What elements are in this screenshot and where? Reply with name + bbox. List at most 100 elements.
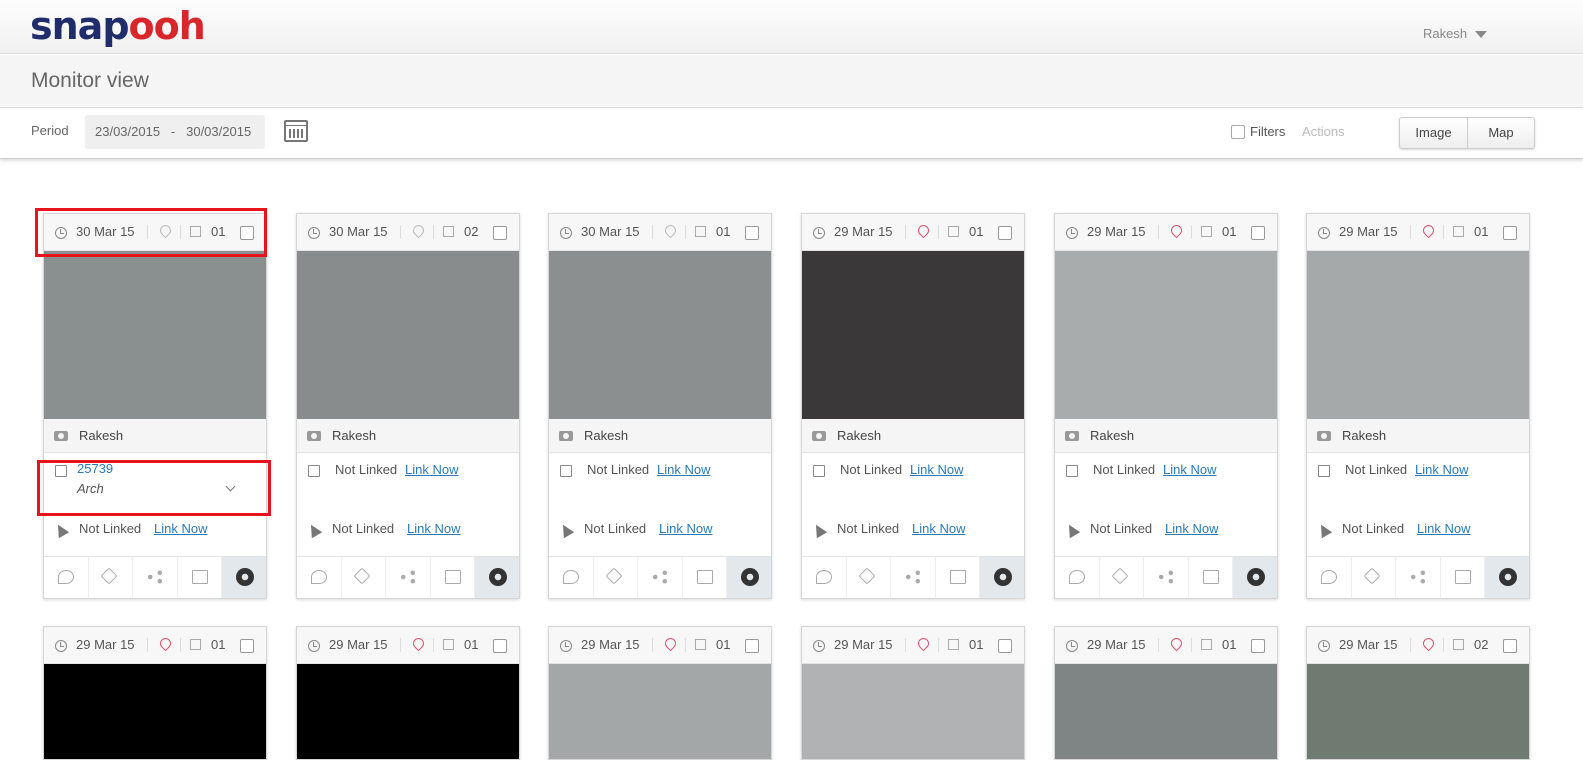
link-now-link[interactable]: Link Now [154,521,207,536]
image-count-icon [948,226,959,237]
link-now-link[interactable]: Link Now [1417,521,1470,536]
settings-action[interactable] [222,557,266,598]
campaign-status: Not Linked [1090,521,1153,536]
photo-thumbnail[interactable] [802,251,1024,419]
card-select-checkbox[interactable] [493,639,507,653]
share-action[interactable] [1144,557,1189,598]
map-view-button[interactable]: Map [1467,118,1534,148]
pin-action[interactable] [549,557,594,598]
pin-action[interactable] [297,557,342,598]
details-action[interactable] [178,557,223,598]
share-action[interactable] [1396,557,1441,598]
card-links: Not Linked Link Now Not Linked Link Now [802,453,1024,556]
photo-thumbnail[interactable] [1307,251,1529,419]
location-pin-icon[interactable] [410,222,427,239]
link-now-link[interactable]: Link Now [659,521,712,536]
card-select-checkbox[interactable] [1503,226,1517,240]
tag-action[interactable] [89,557,134,598]
link-now-link[interactable]: Link Now [1165,521,1218,536]
campaign-icon [1063,521,1081,539]
photo-thumbnail[interactable] [1307,664,1529,759]
card-header: 29 Mar 15 01 [44,627,266,664]
photo-thumbnail[interactable] [1055,251,1277,419]
photo-thumbnail[interactable] [549,251,771,419]
settings-action[interactable] [980,557,1024,598]
camera-icon [307,431,321,441]
link-now-link[interactable]: Link Now [407,521,460,536]
tag-action[interactable] [1100,557,1145,598]
pin-action[interactable] [1055,557,1100,598]
card-select-checkbox[interactable] [1251,639,1265,653]
location-pin-icon[interactable] [157,635,174,652]
share-action[interactable] [891,557,936,598]
pin-action[interactable] [44,557,89,598]
actions-link[interactable]: Actions [1302,124,1345,139]
location-pin-icon[interactable] [1168,635,1185,652]
card-select-checkbox[interactable] [1251,226,1265,240]
image-view-button[interactable]: Image [1400,118,1467,148]
snapooh-logo[interactable]: snapooh [30,2,206,50]
link-now-link[interactable]: Link Now [1163,462,1216,477]
card-select-checkbox[interactable] [998,639,1012,653]
details-action[interactable] [936,557,981,598]
details-action[interactable] [1441,557,1486,598]
share-icon [1410,570,1427,584]
tag-action[interactable] [847,557,892,598]
tag-action[interactable] [1352,557,1397,598]
photo-thumbnail[interactable] [802,664,1024,759]
photo-thumbnail[interactable] [44,664,266,759]
campaign-status: Not Linked [584,521,647,536]
user-menu[interactable]: Rakesh [1423,26,1488,41]
pin-action[interactable] [1307,557,1352,598]
share-action[interactable] [386,557,431,598]
location-pin-icon[interactable] [915,635,932,652]
card-select-checkbox[interactable] [1503,639,1517,653]
location-pin-icon[interactable] [1420,635,1437,652]
link-now-link[interactable]: Link Now [910,462,963,477]
location-pin-icon[interactable] [410,635,427,652]
share-action[interactable] [133,557,178,598]
card-select-checkbox[interactable] [240,639,254,653]
pin-icon [563,570,579,584]
photo-thumbnail[interactable] [297,251,519,419]
link-now-link[interactable]: Link Now [405,462,458,477]
date-range-input[interactable]: 23/03/2015 - 30/03/2015 [85,115,265,149]
photo-thumbnail[interactable] [549,664,771,759]
settings-action[interactable] [1233,557,1277,598]
tag-action[interactable] [594,557,639,598]
location-pin-icon[interactable] [1420,222,1437,239]
settings-action[interactable] [727,557,771,598]
link-now-link[interactable]: Link Now [1415,462,1468,477]
share-action[interactable] [638,557,683,598]
settings-action[interactable] [1485,557,1529,598]
tag-action[interactable] [342,557,387,598]
photo-card: 29 Mar 15 01 Rakesh Not Linked Link Now Not L… [1306,213,1530,599]
link-now-link[interactable]: Link Now [912,521,965,536]
photo-thumbnail[interactable] [44,251,266,419]
settings-action[interactable] [475,557,519,598]
details-action[interactable] [1189,557,1234,598]
calendar-icon[interactable] [284,120,308,142]
card-select-checkbox[interactable] [745,226,759,240]
photo-thumbnail[interactable] [1055,664,1277,759]
image-count: 02 [464,224,479,239]
pin-action[interactable] [802,557,847,598]
location-pin-icon[interactable] [662,635,679,652]
photo-card: 30 Mar 15 01 Rakesh 25739 Arch Not Linked Link… [43,213,267,599]
details-action[interactable] [683,557,728,598]
location-pin-icon[interactable] [662,222,679,239]
image-count-icon [443,226,454,237]
filters-label[interactable]: Filters [1250,124,1285,139]
location-pin-icon[interactable] [915,222,932,239]
location-pin-icon[interactable] [1168,222,1185,239]
link-now-link[interactable]: Link Now [657,462,710,477]
details-action[interactable] [431,557,476,598]
card-select-checkbox[interactable] [998,226,1012,240]
filters-checkbox[interactable] [1231,125,1245,139]
photo-thumbnail[interactable] [297,664,519,759]
caret-down-icon [1475,31,1488,39]
gear-icon [1247,568,1266,586]
site-icon [1066,465,1078,477]
card-select-checkbox[interactable] [493,226,507,240]
card-select-checkbox[interactable] [745,639,759,653]
